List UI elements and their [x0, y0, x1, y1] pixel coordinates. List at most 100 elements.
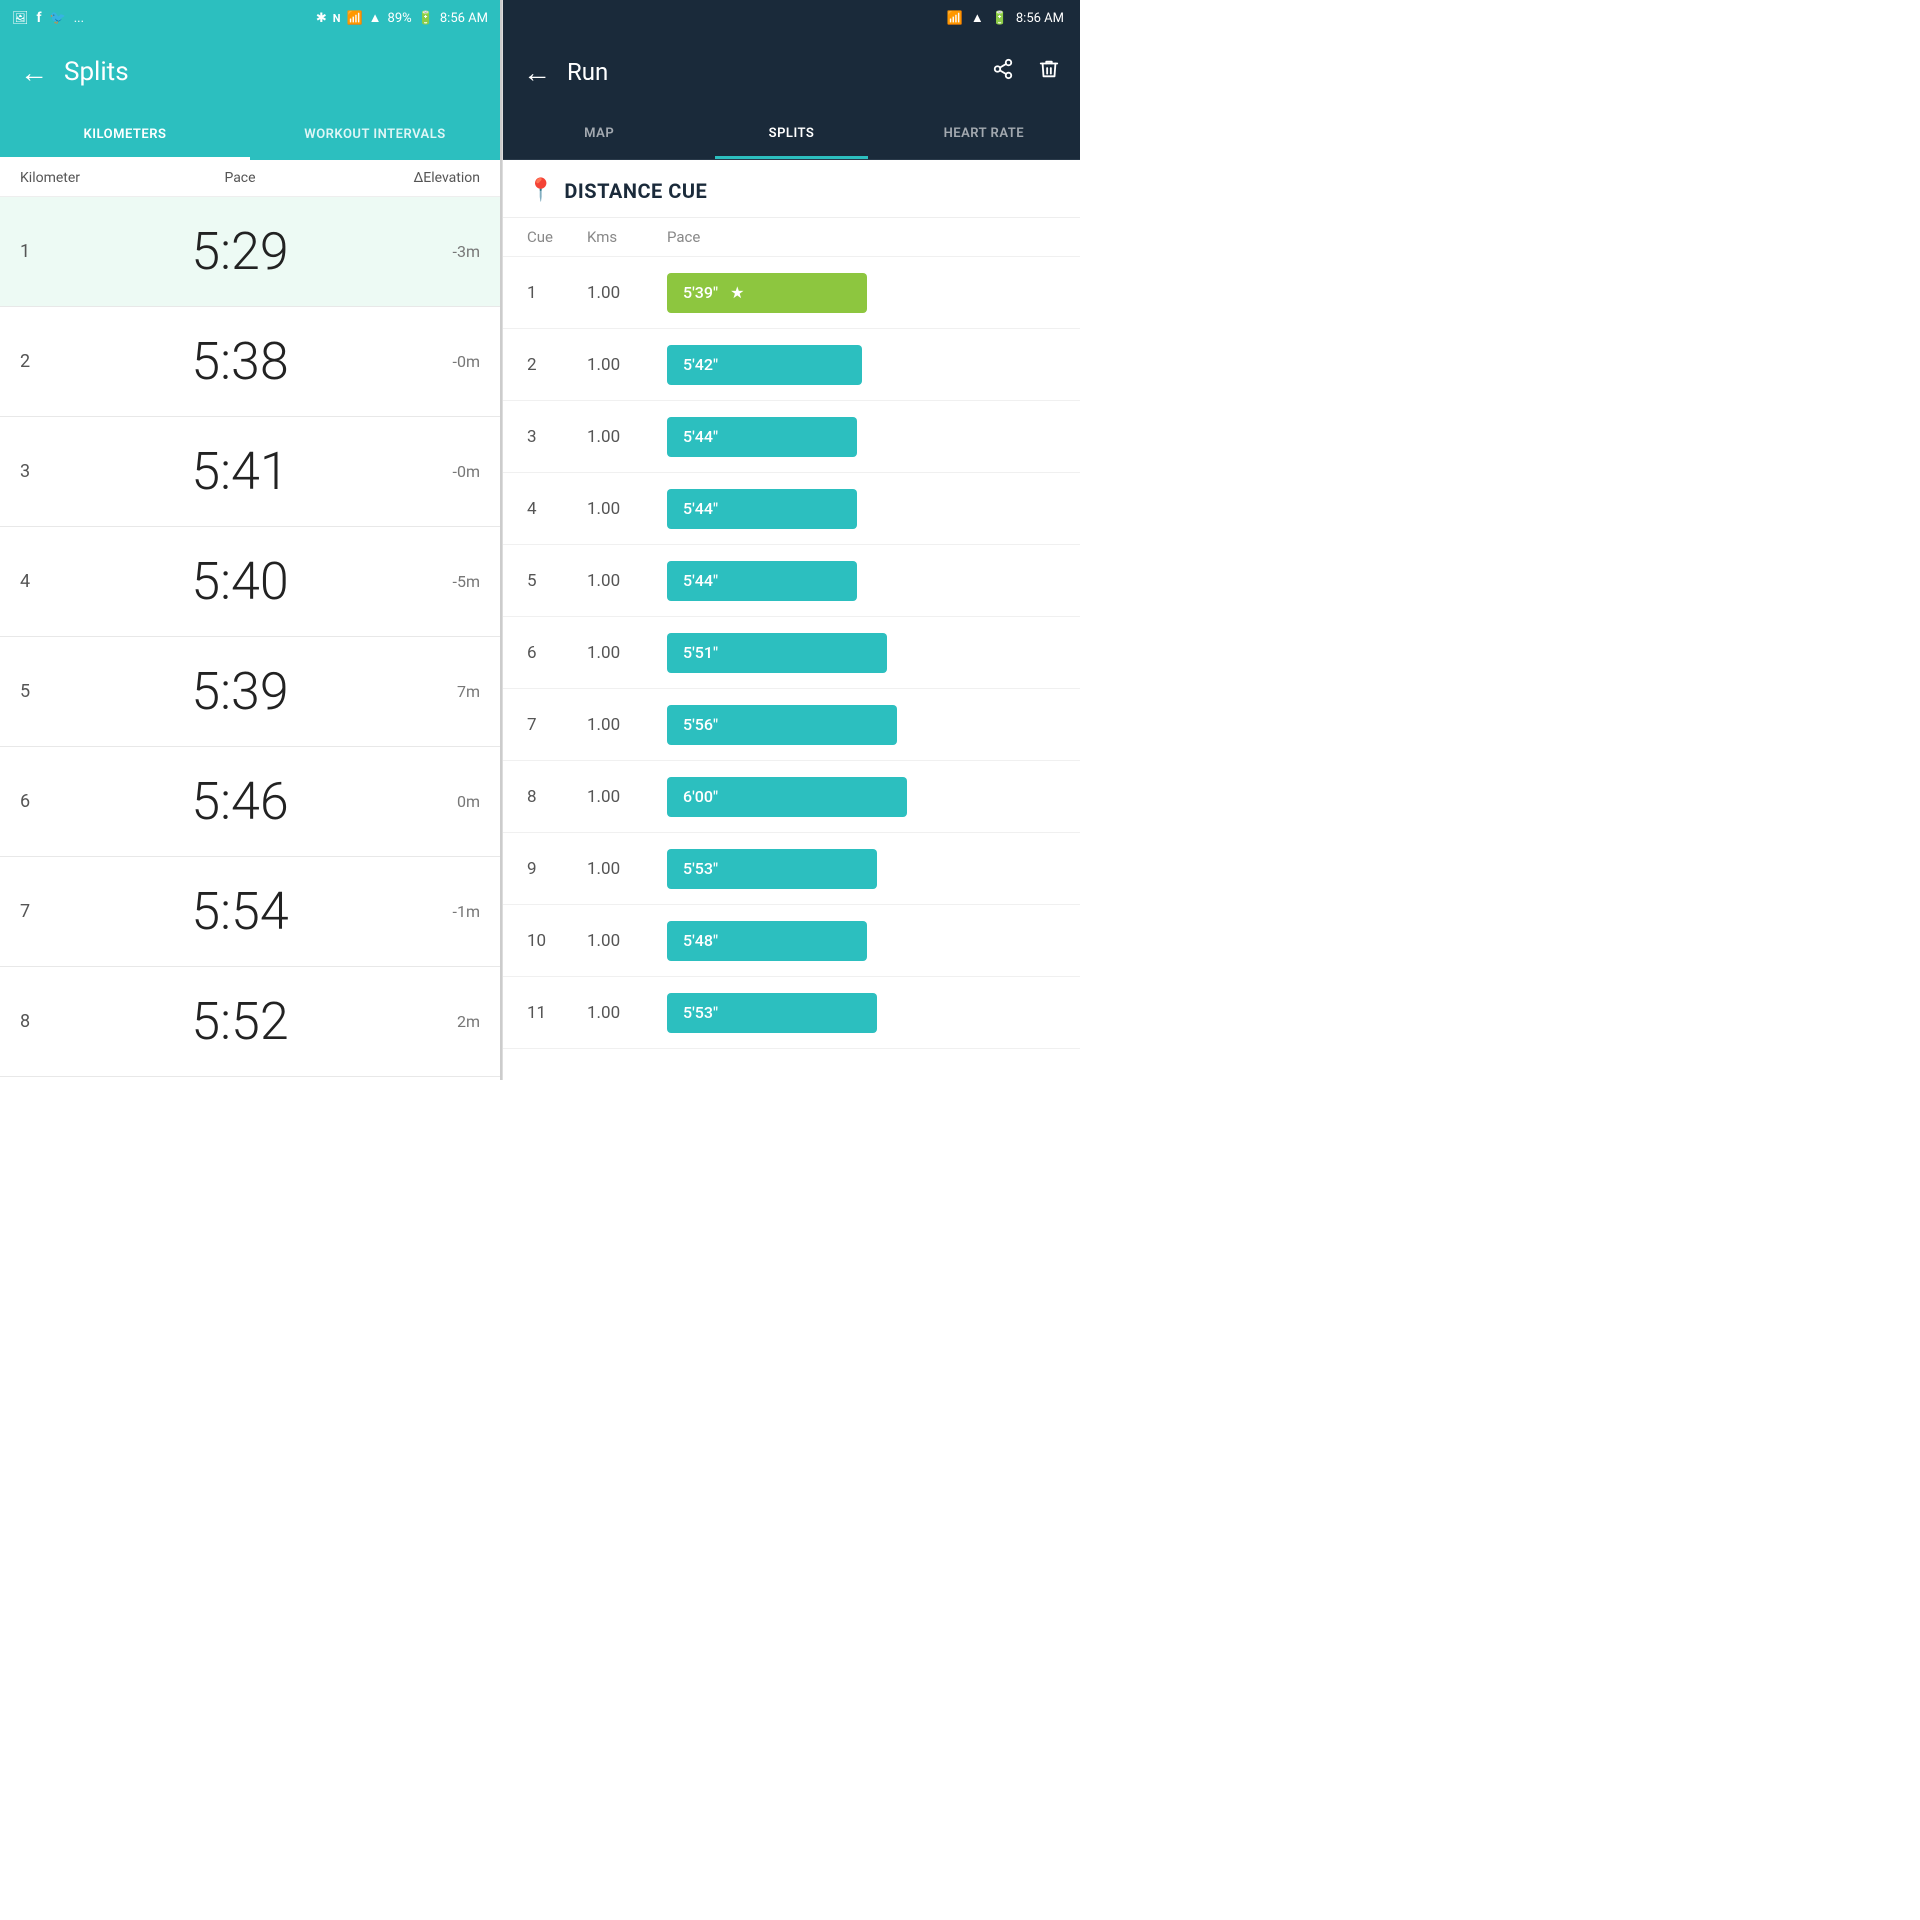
- cue-num-11: 11: [527, 1003, 587, 1023]
- cue-kms-9: 1.00: [587, 859, 667, 879]
- col-header-kms: Kms: [587, 228, 667, 246]
- pace-value-8: 6'00": [683, 787, 718, 806]
- left-tab-bar: KILOMETERS WORKOUT INTERVALS: [0, 108, 500, 160]
- pace-value-9: 5'53": [683, 859, 718, 878]
- cue-pace-bar-6: 5'51": [667, 633, 887, 673]
- cue-num-6: 6: [527, 643, 587, 663]
- split-row-1: 1 5:29 -3m: [0, 197, 500, 307]
- right-header-actions: [992, 58, 1060, 86]
- delete-button[interactable]: [1038, 58, 1060, 86]
- signal-icon: ▲: [369, 10, 382, 26]
- split-elev-3: -0m: [400, 462, 480, 481]
- splits-list: 1 5:29 -3m 2 5:38 -0m 3 5:41 -0m 4 5:40 …: [0, 197, 500, 1080]
- photo-icon: 🖼: [12, 11, 29, 26]
- cue-row-9: 9 1.00 5'53": [503, 833, 1080, 905]
- cue-kms-4: 1.00: [587, 499, 667, 519]
- split-row-5: 5 5:39 7m: [0, 637, 500, 747]
- cue-pace-bar-3: 5'44": [667, 417, 857, 457]
- cue-num-4: 4: [527, 499, 587, 519]
- pace-value-1: 5'39": [683, 283, 718, 302]
- pace-bar-10: 5'48": [667, 921, 867, 961]
- split-row-6: 6 5:46 0m: [0, 747, 500, 857]
- right-page-title: Run: [567, 58, 976, 86]
- col-header-elevation: ΔElevation: [400, 170, 480, 186]
- split-num-7: 7: [20, 901, 80, 922]
- split-num-6: 6: [20, 791, 80, 812]
- split-elev-4: -5m: [400, 572, 480, 591]
- pace-value-7: 5'56": [683, 715, 718, 734]
- cue-kms-1: 1.00: [587, 283, 667, 303]
- right-back-button[interactable]: ←: [523, 56, 551, 89]
- split-num-8: 8: [20, 1011, 80, 1032]
- col-header-pace: Pace: [667, 228, 1056, 246]
- pace-bar-2: 5'42": [667, 345, 862, 385]
- facebook-icon: f: [37, 10, 42, 26]
- right-app-header: ← Run: [503, 36, 1080, 108]
- split-pace-7: 5:54: [80, 881, 400, 942]
- split-num-3: 3: [20, 461, 80, 482]
- col-header-cue: Cue: [527, 228, 587, 246]
- status-bar-left-icons: 🖼 f 🐦 ...: [12, 10, 84, 26]
- split-row-7: 7 5:54 -1m: [0, 857, 500, 967]
- cue-row-1: 1 1.00 5'39" ★: [503, 257, 1080, 329]
- twitter-icon: 🐦: [50, 11, 66, 26]
- cue-num-5: 5: [527, 571, 587, 591]
- tab-kilometers[interactable]: KILOMETERS: [0, 108, 250, 160]
- split-pace-3: 5:41: [80, 441, 400, 502]
- split-num-4: 4: [20, 571, 80, 592]
- battery-icon: 🔋: [418, 11, 434, 26]
- nfc-icon: N: [333, 12, 341, 25]
- cue-kms-10: 1.00: [587, 931, 667, 951]
- cue-kms-5: 1.00: [587, 571, 667, 591]
- distance-cue-header: 📍 DISTANCE CUE: [503, 160, 1080, 218]
- pace-value-5: 5'44": [683, 571, 718, 590]
- cue-row-10: 10 1.00 5'48": [503, 905, 1080, 977]
- tab-map[interactable]: MAP: [503, 108, 695, 159]
- splits-column-headers: Kilometer Pace ΔElevation: [0, 160, 500, 197]
- cue-pace-bar-2: 5'42": [667, 345, 862, 385]
- tab-splits[interactable]: SPLITS: [695, 108, 887, 159]
- cue-pace-bar-11: 5'53": [667, 993, 877, 1033]
- pace-bar-1: 5'39" ★: [667, 273, 867, 313]
- cue-row-7: 7 1.00 5'56": [503, 689, 1080, 761]
- cue-num-7: 7: [527, 715, 587, 735]
- cue-kms-8: 1.00: [587, 787, 667, 807]
- pace-bar-9: 5'53": [667, 849, 877, 889]
- cue-num-9: 9: [527, 859, 587, 879]
- right-wifi-icon: 📶: [947, 11, 963, 26]
- bluetooth-icon: ✱: [316, 11, 327, 26]
- split-pace-8: 5:52: [80, 991, 400, 1052]
- cue-pace-bar-10: 5'48": [667, 921, 867, 961]
- cue-num-10: 10: [527, 931, 587, 951]
- cue-row-2: 2 1.00 5'42": [503, 329, 1080, 401]
- cue-row-4: 4 1.00 5'44": [503, 473, 1080, 545]
- pace-bar-8: 6'00": [667, 777, 907, 817]
- wifi-icon: 📶: [346, 11, 362, 26]
- pace-value-4: 5'44": [683, 499, 718, 518]
- distance-cue-title: DISTANCE CUE: [564, 179, 707, 203]
- split-elev-8: 2m: [400, 1012, 480, 1031]
- split-elev-1: -3m: [400, 242, 480, 261]
- pace-bar-11: 5'53": [667, 993, 877, 1033]
- split-elev-6: 0m: [400, 792, 480, 811]
- cue-pace-bar-4: 5'44": [667, 489, 857, 529]
- split-pace-6: 5:46: [80, 771, 400, 832]
- cue-kms-7: 1.00: [587, 715, 667, 735]
- split-row-3: 3 5:41 -0m: [0, 417, 500, 527]
- tab-heart-rate[interactable]: HEART RATE: [888, 108, 1080, 159]
- tab-workout-intervals[interactable]: WORKOUT INTERVALS: [250, 108, 500, 160]
- cue-row-3: 3 1.00 5'44": [503, 401, 1080, 473]
- cue-kms-11: 1.00: [587, 1003, 667, 1023]
- left-back-button[interactable]: ←: [20, 56, 48, 89]
- right-tab-bar: MAP SPLITS HEART RATE: [503, 108, 1080, 160]
- right-panel: 📶 ▲ 🔋 8:56 AM ← Run MAP: [502, 0, 1080, 1080]
- best-star-icon: ★: [730, 283, 744, 302]
- cue-kms-2: 1.00: [587, 355, 667, 375]
- right-battery-icon: 🔋: [992, 11, 1008, 26]
- pace-value-11: 5'53": [683, 1003, 718, 1022]
- cue-kms-3: 1.00: [587, 427, 667, 447]
- split-elev-5: 7m: [400, 682, 480, 701]
- cue-num-8: 8: [527, 787, 587, 807]
- time-display: 8:56 AM: [440, 11, 488, 26]
- share-button[interactable]: [992, 58, 1014, 86]
